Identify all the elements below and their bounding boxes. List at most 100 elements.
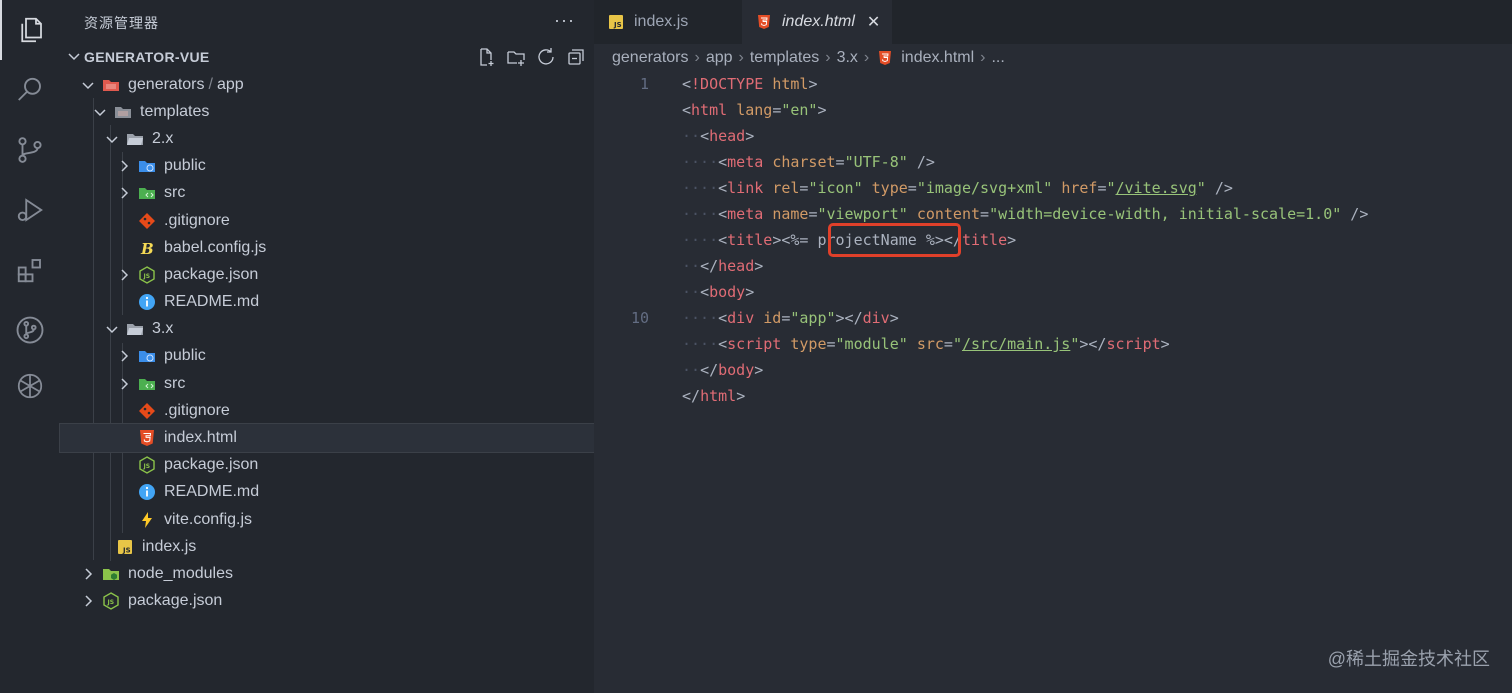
svg-text:JS: JS bbox=[143, 273, 151, 280]
chevron-right-icon: › bbox=[863, 49, 870, 66]
html-icon bbox=[877, 50, 893, 66]
extensions-button[interactable] bbox=[0, 240, 60, 300]
tree-item-public[interactable]: public bbox=[60, 153, 594, 180]
tree-item-label: app bbox=[216, 75, 244, 93]
search-icon bbox=[18, 77, 41, 101]
tree-item-label: public bbox=[164, 347, 206, 365]
tree-item-readme-md[interactable]: README.md bbox=[60, 289, 594, 316]
breadcrumb-item[interactable]: app bbox=[706, 49, 733, 67]
highlight-box bbox=[828, 223, 961, 257]
more-actions-button[interactable]: ··· bbox=[554, 10, 575, 31]
tree-item-gitignore[interactable]: .gitignore bbox=[60, 397, 594, 424]
tree-item-node-modules[interactable]: node_modules bbox=[60, 560, 594, 587]
run-debug-button[interactable] bbox=[0, 180, 60, 240]
tree-item-label: public bbox=[164, 157, 206, 175]
tree-item-generators[interactable]: generators / app bbox=[60, 71, 594, 98]
collapse-all-button[interactable] bbox=[566, 47, 586, 67]
tree-item-package-json[interactable]: JS package.json bbox=[60, 452, 594, 479]
code-line: ··<head> bbox=[682, 127, 755, 145]
info-icon bbox=[138, 293, 156, 311]
svg-text:JS: JS bbox=[107, 599, 115, 606]
nodejs-icon: JS bbox=[102, 592, 120, 610]
tree-item-package-json[interactable]: JS package.json bbox=[60, 588, 594, 615]
breadcrumb-item[interactable]: generators bbox=[612, 49, 689, 67]
svg-text:JS: JS bbox=[143, 463, 151, 470]
tree-item-package-json[interactable]: JS package.json bbox=[60, 261, 594, 288]
git-graph-button[interactable] bbox=[0, 300, 60, 360]
babel-icon: B bbox=[138, 239, 156, 257]
code-line: ····<meta name="viewport" content="width… bbox=[682, 205, 1369, 223]
tree-item-babel-config-js[interactable]: Bbabel.config.js bbox=[60, 234, 594, 261]
tree-item-public[interactable]: public bbox=[60, 343, 594, 370]
explorer-button[interactable] bbox=[0, 0, 60, 60]
tree-item-label: package.json bbox=[164, 265, 259, 283]
path-separator: / bbox=[208, 75, 213, 93]
chevron-right-icon: › bbox=[738, 49, 744, 66]
git-graph-icon bbox=[16, 316, 44, 344]
tab-label: index.js bbox=[634, 13, 689, 30]
new-folder-button[interactable] bbox=[506, 47, 526, 67]
git-icon bbox=[138, 402, 156, 420]
chevron-down-icon bbox=[80, 77, 96, 93]
new-folder-icon bbox=[507, 51, 525, 66]
tree-item-vite-config-js[interactable]: vite.config.js bbox=[60, 506, 594, 533]
tab-bar: JS index.js index.html ✕ bbox=[594, 0, 1512, 44]
folder-open-icon bbox=[114, 103, 132, 121]
refresh-button[interactable] bbox=[536, 47, 556, 67]
tree-item-label: package.json bbox=[128, 592, 223, 610]
tree-item-label: .gitignore bbox=[164, 401, 230, 419]
breadcrumb-item[interactable]: templates bbox=[750, 49, 819, 67]
tree-item-2-x[interactable]: 2.x bbox=[60, 125, 594, 152]
tree-item-templates[interactable]: templates bbox=[60, 98, 594, 125]
chevron-right-icon bbox=[116, 267, 132, 283]
folder-src-icon bbox=[138, 375, 156, 393]
tree-item-label: package.json bbox=[164, 456, 259, 474]
code-line: </html> bbox=[682, 387, 746, 405]
code-line: ····<title><%= projectName %></title> bbox=[682, 231, 1017, 249]
svg-text:JS: JS bbox=[122, 546, 131, 554]
run-debug-icon bbox=[17, 198, 43, 222]
folder-open-red-icon bbox=[102, 76, 120, 94]
tab-index-html[interactable]: index.html ✕ bbox=[742, 0, 892, 44]
search-button[interactable] bbox=[0, 60, 60, 120]
tab-label: index.html bbox=[782, 13, 855, 30]
tree-item-3-x[interactable]: 3.x bbox=[60, 316, 594, 343]
source-control-button[interactable] bbox=[0, 120, 60, 180]
code-line: ····<link rel="icon" type="image/svg+xml… bbox=[682, 179, 1233, 197]
chevron-right-icon bbox=[116, 185, 132, 201]
new-file-button[interactable] bbox=[476, 47, 496, 67]
file-tree: generators / app templates 2.x public src .giti… bbox=[59, 71, 595, 615]
tree-item-label: index.html bbox=[164, 429, 237, 447]
openai-button[interactable] bbox=[0, 356, 60, 416]
tree-item-src[interactable]: src bbox=[60, 180, 594, 207]
new-file-icon bbox=[480, 48, 494, 66]
project-header[interactable]: GENERATOR-VUE bbox=[60, 44, 594, 70]
tree-item-index-html[interactable]: index.html bbox=[59, 423, 595, 453]
code-editor[interactable]: 1 <!DOCTYPE html> <html lang="en"> ··<hea… bbox=[594, 71, 1512, 409]
js-icon: JS bbox=[608, 14, 624, 30]
breadcrumb-item[interactable]: 3.x bbox=[837, 49, 858, 67]
chevron-down-icon bbox=[66, 48, 82, 64]
breadcrumb: generators › app › templates › 3.x › ind… bbox=[612, 47, 1005, 69]
files-icon bbox=[21, 17, 42, 43]
code-line: 1 <!DOCTYPE html> bbox=[594, 71, 1512, 97]
tree-item-readme-md[interactable]: README.md bbox=[60, 479, 594, 506]
code-line: ··</head> bbox=[682, 257, 764, 275]
tree-item-label: src bbox=[164, 184, 186, 202]
chevron-down-icon bbox=[104, 321, 120, 337]
refresh-icon bbox=[538, 48, 554, 65]
close-tab-button[interactable]: ✕ bbox=[867, 12, 880, 32]
chevron-right-icon bbox=[116, 158, 132, 174]
tree-item-label: templates bbox=[140, 102, 210, 120]
tree-item-index-js[interactable]: JS index.js bbox=[60, 533, 594, 560]
tab-index-js[interactable]: JS index.js bbox=[594, 0, 742, 44]
breadcrumb-item[interactable]: ... bbox=[991, 49, 1004, 67]
info-icon bbox=[138, 483, 156, 501]
tree-item-gitignore[interactable]: .gitignore bbox=[60, 207, 594, 234]
chevron-right-icon: › bbox=[980, 49, 986, 66]
tree-item-src[interactable]: src bbox=[60, 370, 594, 397]
explorer-sidebar: 资源管理器 ··· GENERATOR-VUE generators / app te… bbox=[59, 0, 595, 693]
project-name: GENERATOR-VUE bbox=[84, 49, 210, 65]
breadcrumb-item[interactable]: index.html bbox=[901, 49, 974, 67]
code-line: ··<body> bbox=[682, 283, 755, 301]
